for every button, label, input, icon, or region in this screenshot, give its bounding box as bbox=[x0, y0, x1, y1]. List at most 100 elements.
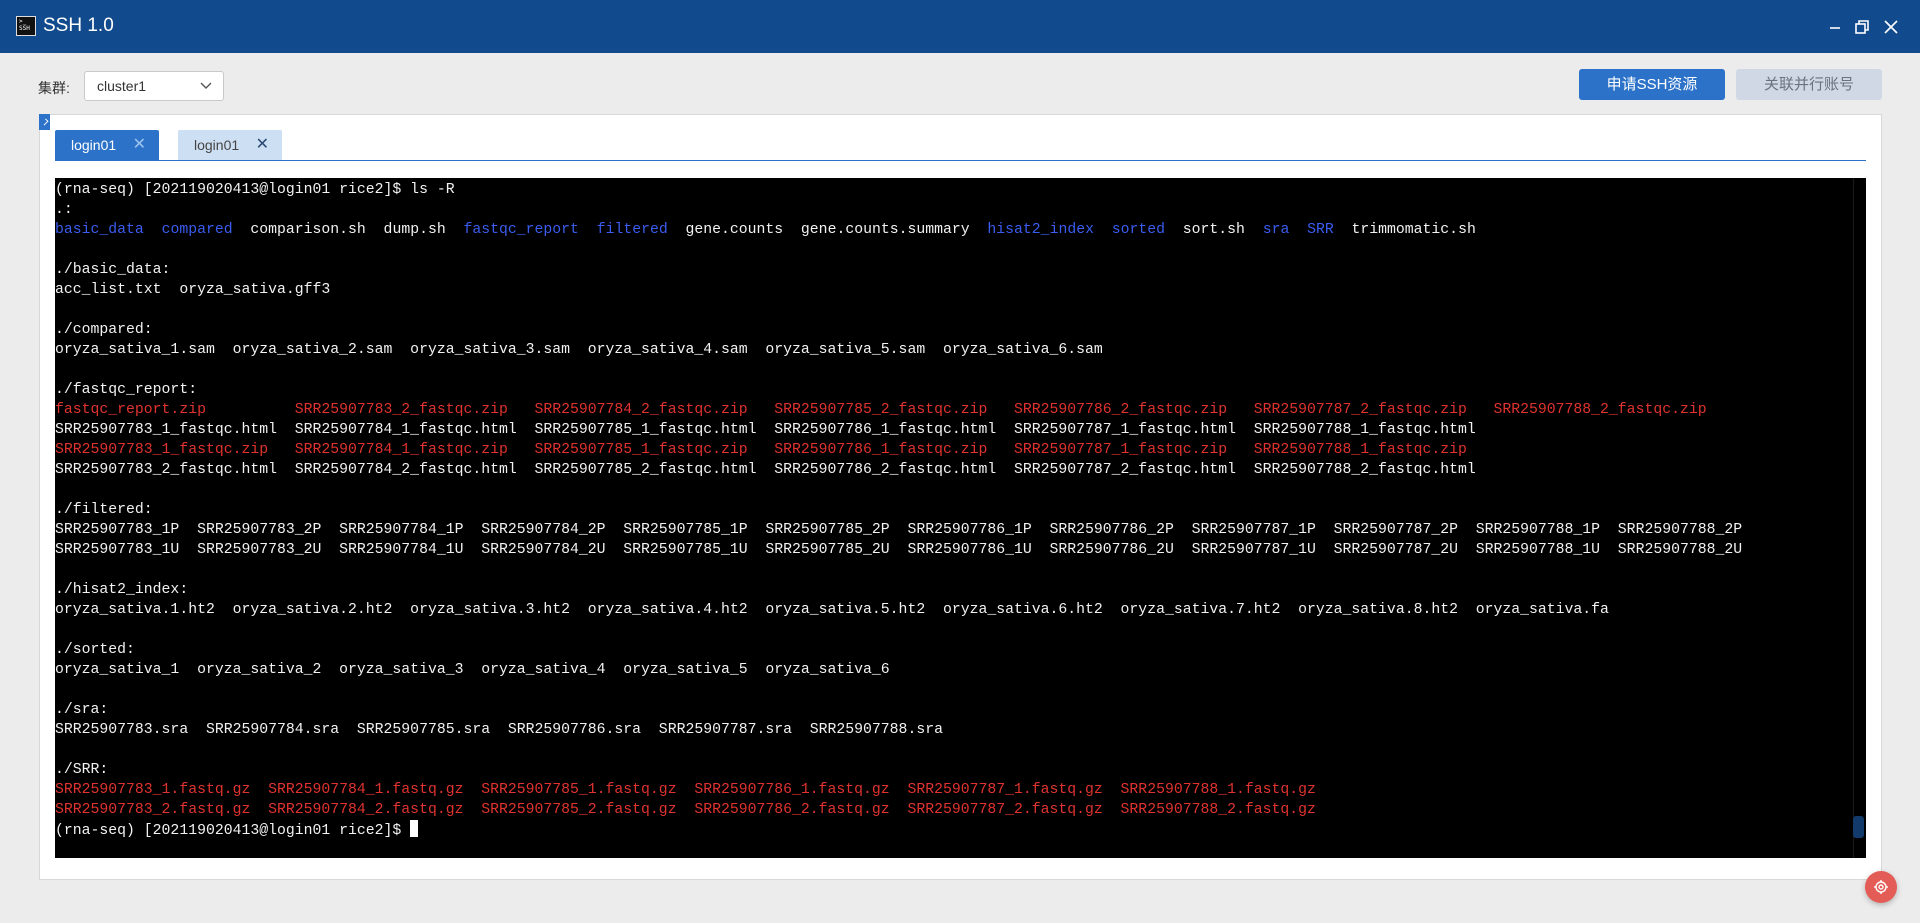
terminal-text: oryza_sativa_1 oryza_sativa_2 oryza_sati… bbox=[55, 662, 890, 678]
terminal-text: SRR25907783_2_fastqc.html SRR25907784_2_… bbox=[55, 462, 1476, 478]
terminal-scrollbar-track bbox=[1853, 178, 1854, 858]
session-tabs: login01 ✕ login01 ✕ bbox=[55, 130, 1866, 161]
close-tab-icon[interactable]: ✕ bbox=[133, 130, 146, 160]
terminal-text: basic_data bbox=[55, 222, 144, 238]
window-title: SSH 1.0 bbox=[43, 15, 114, 36]
terminal-text: .: bbox=[55, 202, 73, 218]
terminal-text: SRR25907783_1P SRR25907783_2P SRR2590778… bbox=[55, 522, 1743, 538]
terminal-text: hisat2_index bbox=[987, 222, 1094, 238]
restore-button[interactable] bbox=[1851, 16, 1873, 38]
terminal-line: ./filtered: bbox=[55, 500, 1742, 520]
tab-login01-active[interactable]: login01 ✕ bbox=[55, 130, 159, 160]
cluster-select-value: cluster1 bbox=[97, 78, 147, 94]
tab-login01[interactable]: login01 ✕ bbox=[178, 130, 282, 160]
terminal-text: fastqc_report bbox=[463, 222, 579, 238]
terminal-text: ./compared: bbox=[55, 322, 153, 338]
terminal-text: gene.counts gene.counts.summary bbox=[667, 222, 988, 238]
minimize-icon bbox=[1830, 27, 1840, 29]
minimize-button[interactable] bbox=[1824, 16, 1846, 38]
terminal-text: SRR25907783_1_fastqc.html SRR25907784_1_… bbox=[55, 422, 1476, 438]
terminal-text: comparison.sh dump.sh bbox=[232, 222, 464, 238]
terminal-line: (rna-seq) [202119020413@login01 rice2]$ bbox=[55, 820, 1742, 840]
terminal-text: sort.sh bbox=[1165, 222, 1263, 238]
terminal-text: ./filtered: bbox=[55, 502, 153, 518]
terminal-text: trimmomatic.sh bbox=[1333, 222, 1476, 238]
terminal-text: ./fastqc_report: bbox=[55, 382, 198, 398]
terminal-line: ./sorted: bbox=[55, 640, 1742, 660]
close-icon bbox=[1884, 20, 1898, 34]
terminal-output: (rna-seq) [202119020413@login01 rice2]$ … bbox=[55, 180, 1742, 840]
terminal-text: filtered bbox=[596, 222, 668, 238]
terminal-line: ./compared: bbox=[55, 320, 1742, 340]
terminal-cursor bbox=[410, 820, 419, 837]
terminal-text: SRR25907783_1_fastqc.zip SRR25907784_1_f… bbox=[55, 442, 1467, 458]
terminal-line: basic_data compared comparison.sh dump.s… bbox=[55, 220, 1742, 240]
terminal-text: SRR25907783_1U SRR25907783_2U SRR2590778… bbox=[55, 542, 1743, 558]
chevron-down-icon bbox=[200, 82, 212, 89]
terminal-text: SRR25907783_1.fastq.gz SRR25907784_1.fas… bbox=[55, 782, 1316, 798]
terminal-line: SRR25907783_1.fastq.gz SRR25907784_1.fas… bbox=[55, 780, 1742, 800]
title-bar: >_ SSH SSH 1.0 bbox=[0, 0, 1920, 53]
terminal-line: SRR25907783_1P SRR25907783_2P SRR2590778… bbox=[55, 520, 1742, 540]
close-window-button[interactable] bbox=[1880, 16, 1902, 38]
link-parallel-account-button[interactable]: 关联并行账号 bbox=[1736, 69, 1882, 100]
terminal-text: ./SRR: bbox=[55, 762, 109, 778]
settings-icon bbox=[1874, 880, 1888, 894]
tab-label: login01 bbox=[194, 137, 240, 153]
terminal-line: SRR25907783_2_fastqc.html SRR25907784_2_… bbox=[55, 460, 1742, 480]
terminal-line: (rna-seq) [202119020413@login01 rice2]$ … bbox=[55, 180, 1742, 200]
terminal-line: ./SRR: bbox=[55, 760, 1742, 780]
terminal-line: ./basic_data: bbox=[55, 260, 1742, 280]
terminal-line: SRR25907783_1U SRR25907783_2U SRR2590778… bbox=[55, 540, 1742, 560]
terminal-line: oryza_sativa.1.ht2 oryza_sativa.2.ht2 or… bbox=[55, 600, 1742, 620]
terminal-text: SRR bbox=[1307, 222, 1334, 238]
terminal-text: ./basic_data: bbox=[55, 262, 171, 278]
panel-collapse-toggle[interactable] bbox=[39, 114, 50, 130]
terminal-text: acc_list.txt oryza_sativa.gff3 bbox=[55, 282, 331, 298]
terminal-line: oryza_sativa_1 oryza_sativa_2 oryza_sati… bbox=[55, 660, 1742, 680]
terminal-line: ./sra: bbox=[55, 700, 1742, 720]
terminal-screen[interactable]: (rna-seq) [202119020413@login01 rice2]$ … bbox=[55, 178, 1866, 858]
cluster-select[interactable]: cluster1 bbox=[84, 71, 224, 101]
terminal-text: compared bbox=[161, 222, 233, 238]
terminal-line: fastqc_report.zip SRR25907783_2_fastqc.z… bbox=[55, 400, 1742, 420]
terminal-text: fastqc_report.zip SRR25907783_2_fastqc.z… bbox=[55, 402, 1707, 418]
terminal-text: (rna-seq) [202119020413@login01 rice2]$ bbox=[55, 823, 411, 839]
terminal-line: ./fastqc_report: bbox=[55, 380, 1742, 400]
terminal-text: ./sorted: bbox=[55, 642, 135, 658]
terminal-text: (rna-seq) [202119020413@login01 rice2]$ … bbox=[55, 182, 455, 198]
close-tab-icon[interactable]: ✕ bbox=[256, 130, 269, 160]
apply-ssh-resource-button[interactable]: 申请SSH资源 bbox=[1579, 69, 1725, 100]
app-icon-text: >_ SSH bbox=[19, 18, 30, 32]
terminal-line: ./hisat2_index: bbox=[55, 580, 1742, 600]
terminal-line: SRR25907783_1_fastqc.zip SRR25907784_1_f… bbox=[55, 440, 1742, 460]
terminal-text: ./hisat2_index: bbox=[55, 582, 189, 598]
terminal-line: oryza_sativa_1.sam oryza_sativa_2.sam or… bbox=[55, 340, 1742, 360]
tab-label: login01 bbox=[71, 137, 117, 153]
terminal-text: oryza_sativa_1.sam oryza_sativa_2.sam or… bbox=[55, 342, 1103, 358]
terminal-line: SRR25907783_2.fastq.gz SRR25907784_2.fas… bbox=[55, 800, 1742, 820]
terminal-line: SRR25907783.sra SRR25907784.sra SRR25907… bbox=[55, 720, 1742, 740]
terminal-scrollbar-thumb[interactable] bbox=[1853, 816, 1864, 838]
terminal-text: ./sra: bbox=[55, 702, 109, 718]
terminal-text: sra bbox=[1262, 222, 1290, 238]
cluster-label: 集群: bbox=[38, 80, 70, 96]
terminal-line: .: bbox=[55, 200, 1742, 220]
terminal-app-icon: >_ SSH bbox=[16, 16, 36, 36]
terminal-text: SRR25907783_2.fastq.gz SRR25907784_2.fas… bbox=[55, 802, 1316, 818]
terminal-text: SRR25907783.sra SRR25907784.sra SRR25907… bbox=[55, 722, 943, 738]
settings-fab-button[interactable] bbox=[1865, 871, 1897, 903]
terminal-line: acc_list.txt oryza_sativa.gff3 bbox=[55, 280, 1742, 300]
